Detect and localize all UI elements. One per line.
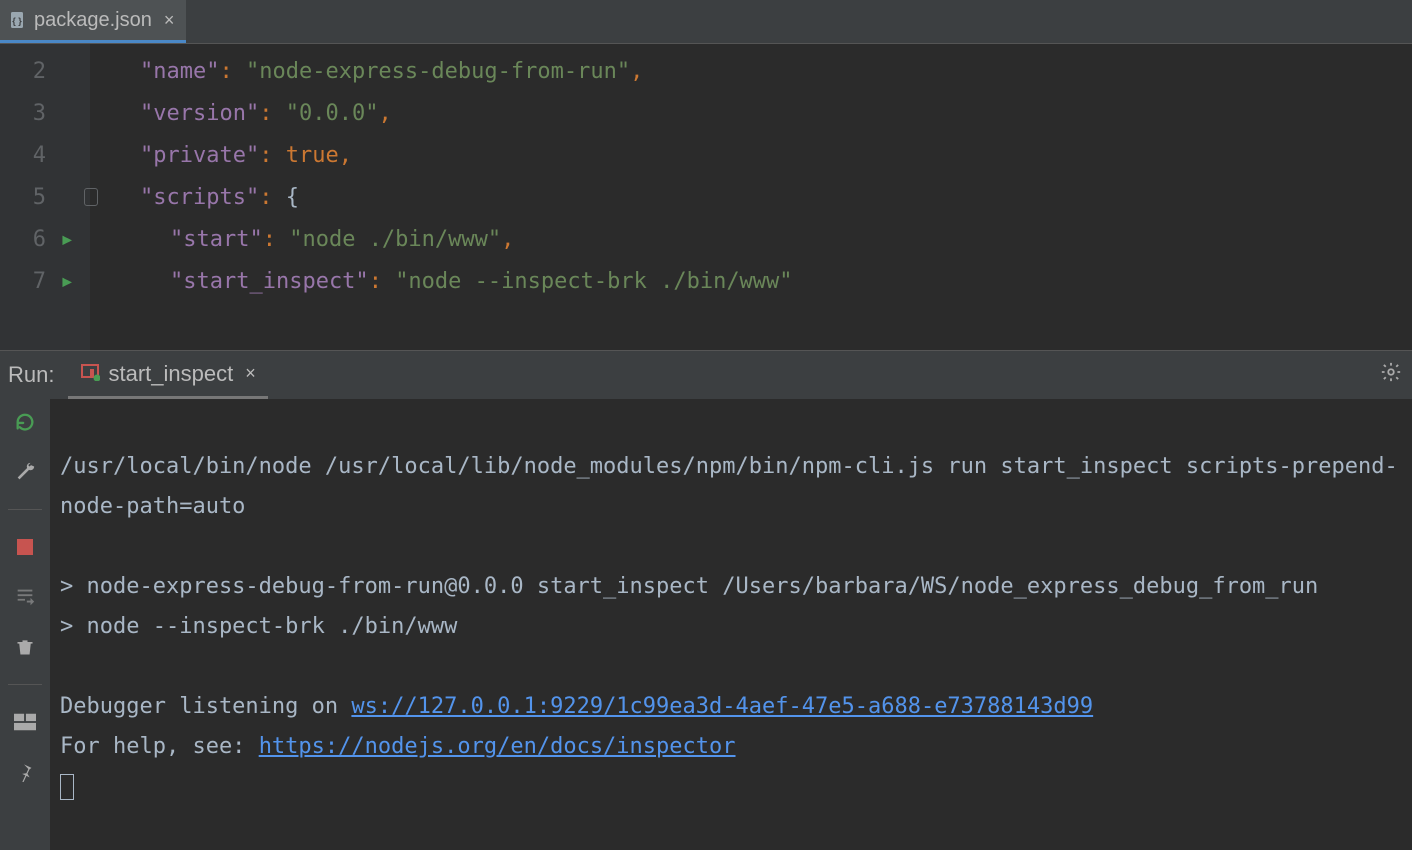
run-label: Run: — [0, 362, 68, 388]
run-tab-start-inspect[interactable]: start_inspect × — [68, 351, 267, 399]
tab-package-json[interactable]: { } package.json × — [0, 0, 186, 43]
json-key: "version" — [140, 101, 259, 126]
code-area[interactable]: "name": "node-express-debug-from-run", "… — [90, 44, 1412, 350]
close-icon[interactable]: × — [245, 363, 256, 384]
line-number: 6 — [33, 227, 46, 252]
run-tab-name: start_inspect — [108, 361, 233, 387]
json-key: "scripts" — [140, 185, 259, 210]
json-key: "start_inspect" — [170, 269, 369, 294]
npm-icon — [80, 361, 100, 387]
console-line: For help, see: — [60, 734, 259, 759]
json-value: "node-express-debug-from-run" — [246, 59, 630, 84]
console-line: /usr/local/bin/node /usr/local/lib/node_… — [60, 454, 1398, 519]
run-tool-window: Run: start_inspect × — [0, 350, 1412, 850]
wrench-icon[interactable] — [12, 459, 38, 485]
json-file-icon: { } — [8, 10, 28, 30]
json-key: "name" — [140, 59, 219, 84]
line-number: 7 — [33, 269, 46, 294]
gear-icon[interactable] — [1380, 361, 1402, 389]
line-number: 3 — [33, 101, 46, 126]
editor-gutter: 2 3 4 5 6 ▶ 7 ▶ — [0, 44, 90, 350]
json-key: "start" — [170, 227, 263, 252]
tab-filename: package.json — [34, 9, 152, 32]
console-line: > node --inspect-brk ./bin/www — [60, 614, 457, 639]
json-value: true — [286, 143, 339, 168]
editor-tab-bar: { } package.json × — [0, 0, 1412, 44]
help-url-link[interactable]: https://nodejs.org/en/docs/inspector — [259, 734, 736, 759]
run-gutter-icon[interactable]: ▶ — [62, 230, 72, 249]
layout-icon[interactable] — [12, 709, 38, 735]
close-icon[interactable]: × — [164, 10, 175, 31]
run-toolbar — [0, 399, 50, 850]
console-line: > node-express-debug-from-run@0.0.0 star… — [60, 574, 1318, 599]
line-number: 5 — [33, 185, 46, 210]
json-key: "private" — [140, 143, 259, 168]
run-console[interactable]: /usr/local/bin/node /usr/local/lib/node_… — [50, 399, 1412, 850]
code-editor[interactable]: 2 3 4 5 6 ▶ 7 ▶ "name": "node-express-debu… — [0, 44, 1412, 350]
rerun-button[interactable] — [12, 409, 38, 435]
json-value: "0.0.0" — [286, 101, 379, 126]
stop-button[interactable] — [12, 534, 38, 560]
console-cursor — [60, 774, 74, 800]
svg-text:{ }: { } — [12, 16, 22, 26]
console-line: Debugger listening on — [60, 694, 351, 719]
line-number: 2 — [33, 59, 46, 84]
json-value: "node ./bin/www" — [289, 227, 501, 252]
pin-icon[interactable] — [12, 759, 38, 785]
fold-handle-icon[interactable] — [84, 188, 98, 206]
debugger-url-link[interactable]: ws://127.0.0.1:9229/1c99ea3d-4aef-47e5-a… — [351, 694, 1093, 719]
scroll-to-end-button[interactable] — [12, 584, 38, 610]
run-header: Run: start_inspect × — [0, 351, 1412, 399]
json-value: "node --inspect-brk ./bin/www" — [395, 269, 792, 294]
run-gutter-icon[interactable]: ▶ — [62, 272, 72, 291]
trash-icon[interactable] — [12, 634, 38, 660]
line-number: 4 — [33, 143, 46, 168]
